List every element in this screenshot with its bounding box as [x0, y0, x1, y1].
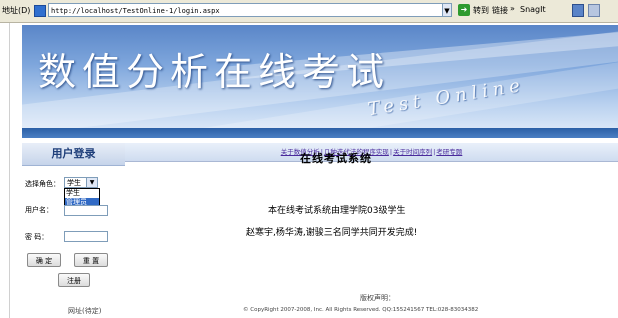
role-label: 选择角色：: [25, 180, 60, 188]
toolbar-extension-icon-2[interactable]: [588, 4, 600, 17]
snagit-button[interactable]: SnagIt: [520, 5, 546, 14]
role-select[interactable]: 学生 ▼: [64, 177, 98, 188]
go-arrow-icon[interactable]: ➜: [458, 4, 470, 16]
nav-separator: |: [433, 148, 436, 156]
header-banner: 数值分析在线考试 Test Online: [22, 25, 618, 138]
role-option[interactable]: 学生: [65, 189, 99, 198]
nav-link-time-series[interactable]: 关于时间序列: [393, 148, 432, 156]
footer-site-url: 网址(待定): [68, 307, 102, 315]
password-field[interactable]: [64, 231, 108, 242]
password-label: 密 码：: [25, 233, 49, 241]
login-panel: 用户登录 选择角色： 学生 ▼ 学生 管理员 用户名： 密 码： 确 定 重 置…: [22, 143, 125, 318]
main-title: 在线考试系统: [300, 152, 372, 165]
nav-separator: |: [389, 148, 393, 156]
username-label: 用户名：: [25, 206, 53, 214]
url-input[interactable]: http://localhost/TestOnline-1/login.aspx: [48, 3, 448, 17]
page: 数值分析在线考试 Test Online 用户登录 选择角色： 学生 ▼ 学生 …: [22, 25, 618, 318]
site-title: 数值分析在线考试: [38, 50, 391, 94]
page-icon: [34, 5, 46, 17]
role-select-value: 学生: [67, 179, 81, 187]
login-header: 用户登录: [22, 143, 125, 166]
register-button[interactable]: 注册: [58, 273, 90, 287]
intro-line-2: 赵寒宇,杨华涛,谢骏三名同学共同开发完成!: [246, 228, 418, 238]
intro-line-1: 本在线考试系统由理学院03级学生: [268, 206, 406, 216]
copyright-heading: 版权声明：: [360, 294, 395, 302]
nav-link-exam-topics[interactable]: 考研专题: [436, 148, 462, 156]
left-frame: [0, 23, 10, 318]
confirm-button[interactable]: 确 定: [27, 253, 61, 267]
username-field[interactable]: [64, 205, 108, 216]
go-button[interactable]: 转到: [473, 5, 489, 16]
chevron-down-icon[interactable]: ▼: [442, 3, 452, 17]
address-label: 地址(D): [2, 6, 31, 15]
address-bar: 地址(D) http://localhost/TestOnline-1/logi…: [0, 0, 618, 23]
banner-bottom-bar: [22, 128, 618, 138]
links-button[interactable]: 链接: [492, 5, 508, 16]
copyright-text: © CopyRight 2007-2008, Inc. All Rights R…: [243, 307, 479, 313]
chevron-down-icon[interactable]: ▼: [86, 178, 97, 187]
reset-button[interactable]: 重 置: [74, 253, 108, 267]
toolbar-extension-icon[interactable]: [572, 4, 584, 17]
toolbar-chevron[interactable]: »: [510, 4, 515, 13]
